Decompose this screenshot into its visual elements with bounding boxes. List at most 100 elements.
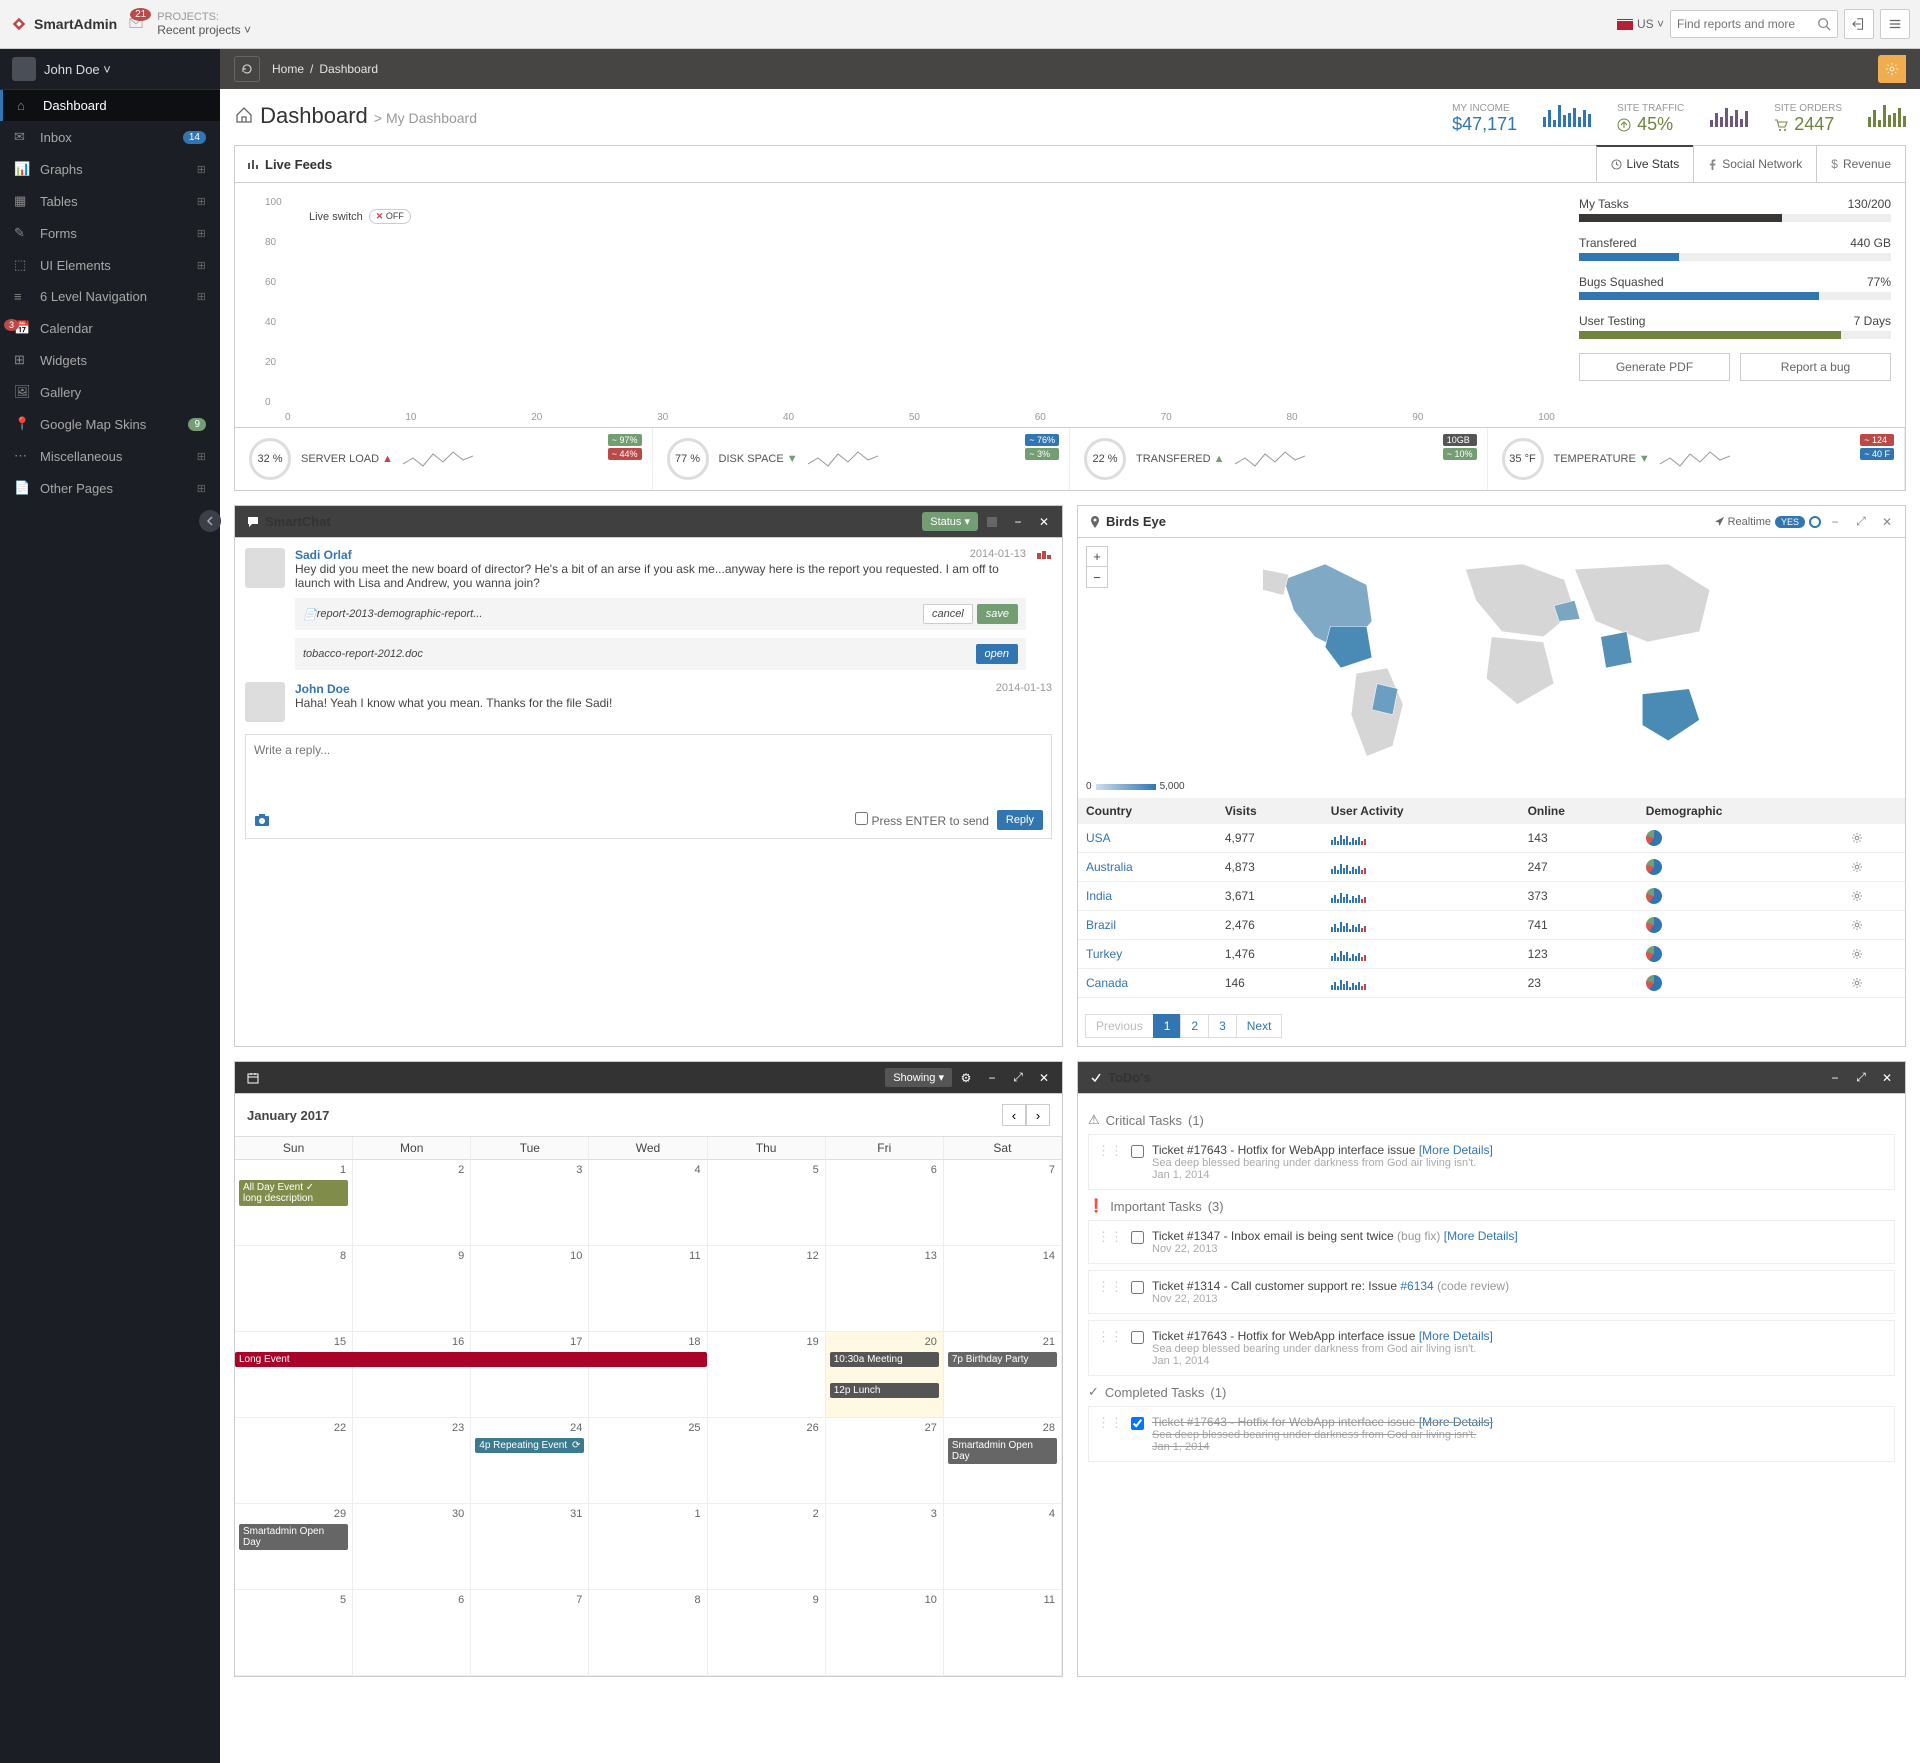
cal-cell[interactable]: 12 — [708, 1246, 826, 1332]
cal-cell[interactable]: 29Smartadmin Open Day — [235, 1504, 353, 1590]
todo-checkbox[interactable] — [1131, 1281, 1144, 1294]
cal-cell[interactable]: 8 — [235, 1246, 353, 1332]
sidebar-item-other-pages[interactable]: 📄Other Pages⊞ — [0, 472, 220, 504]
drag-handle[interactable]: ⋮⋮ — [1097, 1229, 1123, 1245]
brand-logo[interactable]: SmartAdmin — [10, 15, 117, 33]
camera-icon[interactable] — [254, 813, 270, 827]
gear-icon[interactable] — [1851, 919, 1863, 931]
cal-cell[interactable]: 19 — [708, 1332, 826, 1418]
event-long[interactable]: Long Event — [235, 1352, 704, 1367]
sidebar-item-forms[interactable]: ✎Forms⊞ — [0, 217, 220, 249]
cal-min-btn[interactable]: − — [980, 1066, 1004, 1090]
cal-cell[interactable]: 10 — [471, 1246, 589, 1332]
cal-next[interactable]: › — [1026, 1104, 1050, 1126]
todos-min-btn[interactable]: − — [1823, 1066, 1847, 1090]
map-close-btn[interactable]: ✕ — [1875, 510, 1899, 534]
cal-cell[interactable]: 5 — [235, 1590, 353, 1676]
cal-settings-btn[interactable]: ⚙ — [954, 1066, 978, 1090]
calendar-event[interactable]: 4p Repeating Event⟳ — [475, 1438, 584, 1453]
cal-cell[interactable]: 28Smartadmin Open Day — [944, 1418, 1062, 1504]
cal-cell[interactable]: 3 — [826, 1504, 944, 1590]
breadcrumb-home[interactable]: Home — [272, 62, 304, 76]
cal-cell[interactable]: 22 — [235, 1418, 353, 1504]
calendar-event[interactable]: Smartadmin Open Day — [239, 1524, 348, 1550]
cal-cell[interactable]: 7 — [944, 1160, 1062, 1246]
sidebar-item-ui-elements[interactable]: ⬚UI Elements⊞ — [0, 249, 220, 281]
cancel-button[interactable]: cancel — [923, 604, 973, 624]
gear-icon[interactable] — [1851, 977, 1863, 989]
chat-min-btn[interactable]: − — [1006, 510, 1030, 534]
country-link[interactable]: Canada — [1086, 976, 1128, 990]
country-link[interactable]: Brazil — [1086, 918, 1116, 932]
user-info[interactable]: John Doe ˅ — [0, 49, 220, 90]
tab-revenue[interactable]: $ Revenue — [1816, 146, 1905, 182]
drag-handle[interactable]: ⋮⋮ — [1097, 1279, 1123, 1295]
drag-handle[interactable]: ⋮⋮ — [1097, 1143, 1123, 1159]
more-details-link[interactable]: [More Details] — [1419, 1329, 1493, 1343]
todo-checkbox[interactable] — [1131, 1417, 1144, 1430]
cal-cell[interactable]: 2 — [353, 1160, 471, 1246]
cal-cell[interactable]: 5 — [708, 1160, 826, 1246]
cal-cell[interactable]: 10 — [826, 1590, 944, 1676]
todo-checkbox[interactable] — [1131, 1145, 1144, 1158]
cal-cell[interactable]: 25 — [589, 1418, 707, 1504]
sidebar-item-tables[interactable]: ▦Tables⊞ — [0, 185, 220, 217]
gear-icon[interactable] — [1851, 890, 1863, 902]
cal-cell[interactable]: 4 — [944, 1504, 1062, 1590]
logout-button[interactable] — [1844, 9, 1874, 39]
cal-cell[interactable]: 4 — [589, 1160, 707, 1246]
country-link[interactable]: Turkey — [1086, 947, 1122, 961]
more-details-link[interactable]: [More Details] — [1419, 1143, 1493, 1157]
realtime-toggle[interactable]: Realtime YES — [1715, 516, 1821, 528]
country-link[interactable]: Australia — [1086, 860, 1133, 874]
drag-handle[interactable]: ⋮⋮ — [1097, 1329, 1123, 1345]
chat-status[interactable]: Status ▾ — [922, 512, 978, 531]
sidebar-item-widgets[interactable]: ⊞Widgets — [0, 344, 220, 376]
sidebar-item-dashboard[interactable]: ⌂Dashboard — [0, 90, 220, 121]
gear-icon[interactable] — [1851, 832, 1863, 844]
more-details-link[interactable]: [More Details] — [1444, 1229, 1518, 1243]
cal-cell[interactable]: 16 — [353, 1332, 471, 1418]
cal-close-btn[interactable]: ✕ — [1032, 1066, 1056, 1090]
refresh-button[interactable] — [234, 56, 260, 82]
todos-close-btn[interactable]: ✕ — [1875, 1066, 1899, 1090]
cal-cell[interactable]: 1 — [589, 1504, 707, 1590]
cal-cell[interactable]: 2 — [708, 1504, 826, 1590]
calendar-event[interactable]: All Day Event ✓long description — [239, 1180, 348, 1206]
generate-pdf-button[interactable]: Generate PDF — [1579, 353, 1730, 381]
page-3[interactable]: 3 — [1208, 1014, 1237, 1038]
sidebar-item-google-map-skins[interactable]: 📍Google Map Skins9 — [0, 408, 220, 440]
calendar-event[interactable]: 12p Lunch — [830, 1383, 939, 1398]
cal-cell[interactable]: 1All Day Event ✓long description — [235, 1160, 353, 1246]
settings-button[interactable] — [1878, 55, 1906, 83]
sidebar-item-miscellaneous[interactable]: ⋯Miscellaneous⊞ — [0, 440, 220, 472]
cal-cell[interactable]: 7 — [471, 1590, 589, 1676]
drag-handle[interactable]: ⋮⋮ — [1097, 1415, 1123, 1431]
cal-cell[interactable]: 26 — [708, 1418, 826, 1504]
tab-livestats[interactable]: Live Stats — [1596, 145, 1694, 182]
page-next[interactable]: Next — [1236, 1014, 1283, 1038]
cal-cell[interactable]: 18🔒 — [589, 1332, 707, 1418]
cal-cell[interactable]: 11 — [944, 1590, 1062, 1676]
sidebar-item-inbox[interactable]: ✉Inbox14 — [0, 121, 220, 153]
cal-full-btn[interactable]: ⤢ — [1006, 1066, 1030, 1090]
reply-button[interactable]: Reply — [997, 810, 1043, 830]
world-map[interactable]: + − — [1078, 538, 1905, 798]
search-icon[interactable] — [1817, 17, 1831, 31]
cal-cell[interactable]: 8 — [589, 1590, 707, 1676]
page-prev[interactable]: Previous — [1085, 1014, 1154, 1038]
cal-cell[interactable]: 30 — [353, 1504, 471, 1590]
cal-cell[interactable]: 23 — [353, 1418, 471, 1504]
live-switch[interactable]: Live switch ✕ OFF — [309, 209, 411, 224]
sidebar-item-gallery[interactable]: 🖼Gallery — [0, 376, 220, 408]
save-button[interactable]: save — [977, 604, 1018, 624]
more-details-link[interactable]: [More Details] — [1419, 1415, 1493, 1429]
sidebar-item-6-level-navigation[interactable]: ≡6 Level Navigation⊞ — [0, 281, 220, 312]
gear-icon[interactable] — [1851, 861, 1863, 873]
cal-cell[interactable]: 14 — [944, 1246, 1062, 1332]
tab-social[interactable]: Social Network — [1693, 146, 1816, 182]
cal-cell[interactable]: 6 — [826, 1160, 944, 1246]
report-bug-button[interactable]: Report a bug — [1740, 353, 1891, 381]
todos-full-btn[interactable]: ⤢ — [1849, 1066, 1873, 1090]
zoom-out[interactable]: − — [1087, 567, 1107, 587]
